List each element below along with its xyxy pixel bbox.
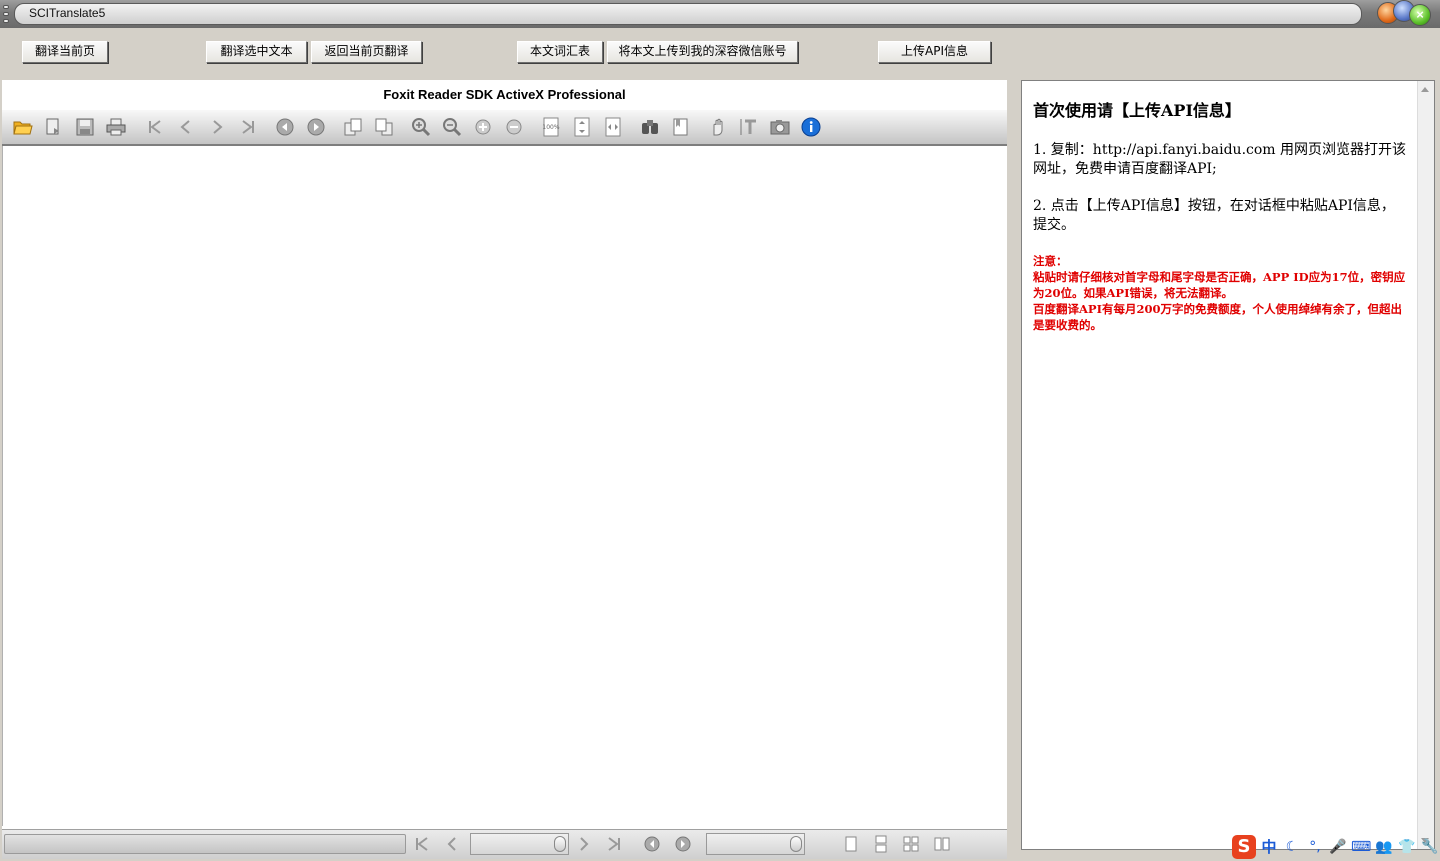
zoom-out-icon[interactable] bbox=[442, 117, 462, 137]
ime-logo-icon[interactable]: S bbox=[1232, 835, 1256, 859]
open-icon[interactable] bbox=[13, 117, 33, 137]
last-page-icon[interactable] bbox=[238, 117, 258, 137]
title-bar: SCITranslate5 × bbox=[0, 0, 1440, 28]
ime-mode[interactable]: 中 bbox=[1259, 837, 1279, 857]
snapshot-icon[interactable] bbox=[770, 117, 790, 137]
user-icon[interactable]: 👥 bbox=[1374, 837, 1394, 857]
zoom-field[interactable] bbox=[706, 833, 805, 855]
page-number-field[interactable] bbox=[470, 833, 569, 855]
status-prev-page-icon[interactable] bbox=[443, 835, 461, 853]
panel-step-2: 2. 点击【上传API信息】按钮，在对话框中粘贴API信息，提交。 bbox=[1033, 198, 1395, 233]
status-next-page-icon[interactable] bbox=[575, 835, 593, 853]
zoom-out-small-icon[interactable] bbox=[504, 117, 524, 137]
horizontal-scrollbar[interactable] bbox=[4, 834, 406, 854]
glossary-button[interactable]: 本文词汇表 bbox=[517, 41, 603, 63]
window-grip[interactable] bbox=[3, 5, 9, 23]
back-icon[interactable] bbox=[275, 117, 295, 137]
panel-note-title: 注意： bbox=[1033, 254, 1068, 268]
ime-toolbar: S 中 ☾ °, 🎤 ⌨ 👥 👕 🔧 bbox=[1232, 833, 1440, 861]
find-icon[interactable] bbox=[640, 117, 660, 137]
upload-api-button[interactable]: 上传API信息 bbox=[878, 41, 991, 63]
page-spinner[interactable] bbox=[554, 836, 566, 852]
microphone-icon[interactable]: 🎤 bbox=[1328, 837, 1348, 857]
splitter[interactable] bbox=[1007, 80, 1021, 858]
bookmark-icon[interactable] bbox=[671, 117, 691, 137]
status-back-icon[interactable] bbox=[643, 835, 661, 853]
export-icon[interactable] bbox=[44, 117, 64, 137]
prev-page-icon[interactable] bbox=[176, 117, 196, 137]
panel-heading: 首次使用请【上传API信息】 bbox=[1033, 101, 1241, 120]
translate-page-button[interactable]: 翻译当前页 bbox=[22, 41, 108, 63]
save-icon[interactable] bbox=[75, 117, 95, 137]
forward-icon[interactable] bbox=[306, 117, 326, 137]
wrench-icon[interactable]: 🔧 bbox=[1420, 837, 1440, 857]
panel-note-2: 百度翻译API有每月200万字的免费额度，个人使用绰绰有余了，但超出是要收费的。 bbox=[1033, 302, 1402, 332]
upload-wechat-button[interactable]: 将本文上传到我的深容微信账号 bbox=[607, 41, 798, 63]
instruction-panel: 首次使用请【上传API信息】 1. 复制：http://api.fanyi.ba… bbox=[1021, 80, 1435, 850]
back-to-translation-button[interactable]: 返回当前页翻译 bbox=[311, 41, 422, 63]
status-forward-icon[interactable] bbox=[674, 835, 692, 853]
document-area[interactable] bbox=[2, 146, 1007, 826]
vertical-scrollbar[interactable] bbox=[1417, 81, 1434, 849]
text-select-icon[interactable] bbox=[739, 117, 759, 137]
continuous-icon[interactable] bbox=[872, 835, 890, 853]
facing-icon[interactable] bbox=[902, 835, 920, 853]
punctuation-icon[interactable]: °, bbox=[1305, 837, 1325, 857]
fit-page-icon[interactable] bbox=[572, 117, 592, 137]
svg-text:100%: 100% bbox=[542, 124, 559, 131]
shirt-icon[interactable]: 👕 bbox=[1397, 837, 1417, 857]
two-page-icon[interactable] bbox=[933, 835, 951, 853]
first-page-icon[interactable] bbox=[145, 117, 165, 137]
zoom-spinner[interactable] bbox=[790, 836, 802, 852]
viewer-toolbar: 100% bbox=[2, 110, 1007, 146]
top-toolbar: 翻译当前页 翻译选中文本 返回当前页翻译 本文词汇表 将本文上传到我的深容微信账… bbox=[0, 28, 1440, 80]
zoom-in-small-icon[interactable] bbox=[473, 117, 493, 137]
pdf-viewer: Foxit Reader SDK ActiveX Professional 10… bbox=[2, 80, 1007, 859]
title-pill: SCITranslate5 bbox=[14, 3, 1362, 25]
zoom-in-icon[interactable] bbox=[411, 117, 431, 137]
viewer-title: Foxit Reader SDK ActiveX Professional bbox=[383, 87, 626, 102]
print-icon[interactable] bbox=[106, 117, 126, 137]
rotate-left-icon[interactable] bbox=[343, 117, 363, 137]
next-page-icon[interactable] bbox=[207, 117, 227, 137]
panel-step-1: 1. 复制：http://api.fanyi.baidu.com 用网页浏览器打… bbox=[1033, 142, 1407, 177]
viewer-status-bar bbox=[2, 829, 1007, 859]
status-last-page-icon[interactable] bbox=[605, 835, 623, 853]
hand-tool-icon[interactable] bbox=[708, 117, 728, 137]
panel-note-1: 粘贴时请仔细核对首字母和尾字母是否正确，APP ID应为17位，密钥应为20位。… bbox=[1033, 270, 1406, 300]
info-icon[interactable] bbox=[801, 117, 821, 137]
close-button[interactable]: × bbox=[1409, 4, 1431, 26]
moon-icon[interactable]: ☾ bbox=[1282, 837, 1302, 857]
single-page-icon[interactable] bbox=[842, 835, 860, 853]
keyboard-icon[interactable]: ⌨ bbox=[1351, 837, 1371, 857]
translate-selection-button[interactable]: 翻译选中文本 bbox=[206, 41, 307, 63]
actual-size-icon[interactable]: 100% bbox=[541, 117, 561, 137]
status-first-page-icon[interactable] bbox=[413, 835, 431, 853]
fit-width-icon[interactable] bbox=[603, 117, 623, 137]
rotate-right-icon[interactable] bbox=[374, 117, 394, 137]
window-title: SCITranslate5 bbox=[29, 6, 106, 20]
